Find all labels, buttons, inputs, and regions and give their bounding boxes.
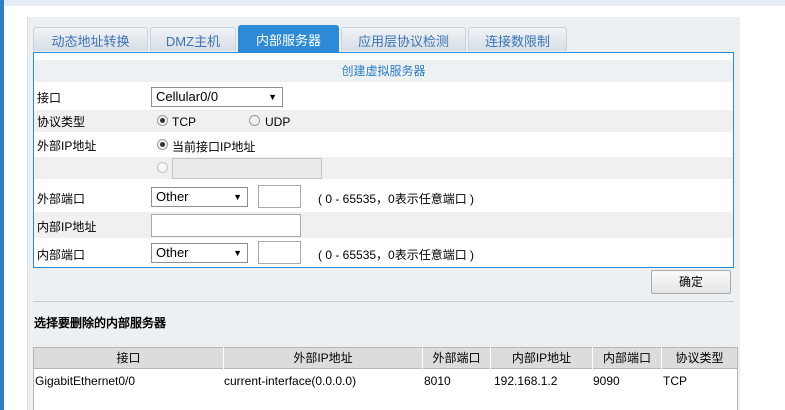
ext-ip-custom-input[interactable] — [172, 158, 322, 179]
ext-port-select[interactable]: Other ▼ — [151, 187, 248, 207]
ext-port-select-value: Other — [156, 189, 189, 204]
cell-internal-ip: 192.168.1.2 — [494, 374, 558, 388]
cell-interface: GigabitEthernet0/0 — [35, 374, 136, 388]
tab-internal-server[interactable]: 内部服务器 — [238, 25, 339, 53]
cell-internal-port: 9090 — [593, 374, 620, 388]
chevron-down-icon: ▼ — [233, 248, 242, 258]
delete-list-title: 选择要删除的内部服务器 — [34, 316, 167, 330]
tab-dmz-host[interactable]: DMZ主机 — [150, 27, 236, 51]
col-internal-ip: 内部IP地址 — [491, 347, 593, 369]
col-protocol: 协议类型 — [675, 351, 724, 365]
protocol-tcp-radio[interactable] — [157, 115, 168, 126]
internal-ip-input[interactable] — [151, 214, 301, 237]
divider — [33, 301, 734, 302]
col-internal-port: 内部端口 — [593, 347, 662, 369]
cell-external-ip: current-interface(0.0.0.0) — [224, 374, 357, 388]
col-external-port: 外部端口 — [423, 347, 491, 369]
row-external-ip-custom — [34, 157, 733, 179]
int-port-hint: ( 0 - 65535，0表示任意端口 ) — [318, 248, 475, 262]
interface-label: 接口 — [37, 91, 62, 105]
chevron-down-icon: ▼ — [233, 192, 242, 202]
row-external-ip — [34, 133, 733, 155]
table-row[interactable] — [33, 370, 738, 392]
col-interface: 接口 — [34, 347, 224, 369]
int-port-select-value: Other — [156, 245, 189, 260]
left-accent-bar — [0, 0, 4, 410]
confirm-button[interactable]: 确定 — [651, 270, 731, 294]
ext-ip-current-radio[interactable] — [157, 139, 168, 150]
protocol-tcp-label: TCP — [172, 115, 196, 129]
int-port-input[interactable] — [258, 241, 301, 264]
row-interface — [34, 85, 733, 107]
chevron-down-icon: ▼ — [268, 92, 277, 102]
cell-external-port: 8010 — [424, 374, 451, 388]
cell-protocol: TCP — [663, 374, 687, 388]
internal-port-label: 内部端口 — [37, 248, 86, 262]
row-internal-ip — [34, 212, 733, 238]
interface-select-value: Cellular0/0 — [156, 89, 219, 104]
top-border — [0, 0, 785, 6]
tab-connection-limit[interactable]: 连接数限制 — [468, 27, 567, 51]
interface-select[interactable]: Cellular0/0 ▼ — [151, 87, 283, 107]
ext-port-hint: ( 0 - 65535，0表示任意端口 ) — [318, 192, 475, 206]
external-ip-label: 外部IP地址 — [37, 139, 97, 153]
tab-dynamic-nat[interactable]: 动态地址转换 — [33, 27, 148, 51]
protocol-udp-label: UDP — [265, 115, 291, 129]
ext-ip-current-label: 当前接口IP地址 — [172, 140, 256, 154]
internal-ip-label: 内部IP地址 — [37, 220, 97, 234]
protocol-udp-radio[interactable] — [249, 115, 260, 126]
tab-alg-detection[interactable]: 应用层协议检测 — [341, 27, 466, 51]
ext-ip-custom-radio[interactable] — [157, 162, 168, 173]
col-external-ip: 外部IP地址 — [224, 347, 423, 369]
form-title: 创建虚拟服务器 — [34, 60, 733, 82]
ext-port-input[interactable] — [258, 185, 301, 208]
protocol-label: 协议类型 — [37, 115, 86, 129]
int-port-select[interactable]: Other ▼ — [151, 243, 248, 263]
external-port-label: 外部端口 — [37, 192, 86, 206]
row-protocol — [34, 110, 733, 132]
